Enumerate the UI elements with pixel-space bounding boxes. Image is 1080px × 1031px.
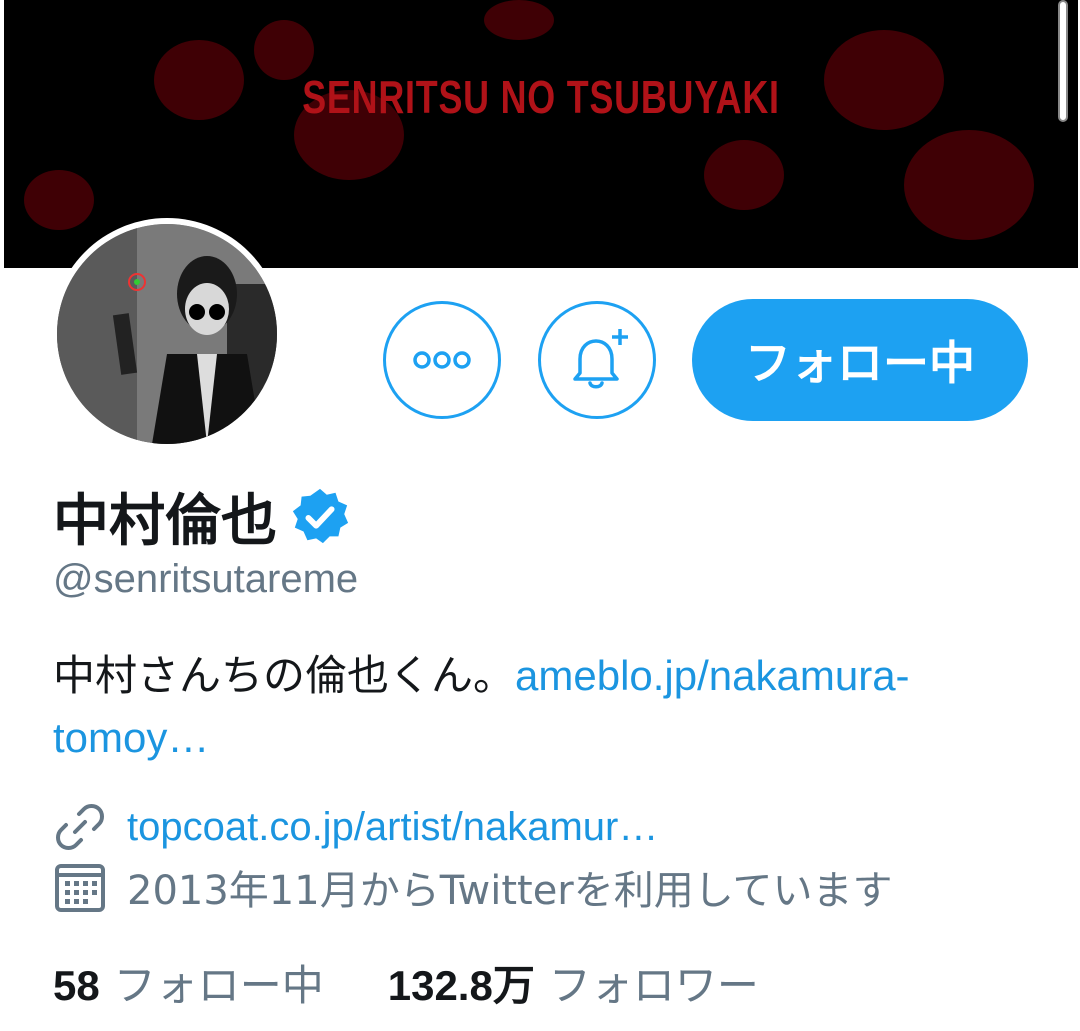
following-count: 58 xyxy=(53,962,100,1009)
banner-splat xyxy=(484,0,554,40)
following-button[interactable]: フォロー中 xyxy=(692,299,1028,421)
banner-splat xyxy=(24,170,94,230)
bell-plus-icon xyxy=(573,329,628,389)
followers-count: 132.8万 xyxy=(387,962,535,1009)
banner-title: SENRITSU NO TSUBUYAKI xyxy=(302,71,780,123)
avatar-photo xyxy=(57,224,277,444)
profile-name-row: 中村倫也 xyxy=(53,476,351,557)
notifications-button[interactable] xyxy=(538,301,656,419)
following-label: フォロー中 xyxy=(113,961,324,1010)
avatar-figure xyxy=(57,224,277,444)
followers-stat[interactable]: 132.8万 フォロワー xyxy=(388,952,759,1013)
website-link[interactable]: topcoat.co.jp/artist/nakamur… xyxy=(127,805,658,850)
following-stat[interactable]: 58 フォロー中 xyxy=(53,952,324,1013)
more-icon xyxy=(413,351,471,369)
handle: @senritsutareme xyxy=(53,557,359,601)
followers-label: フォロワー xyxy=(548,961,759,1010)
joined-row: 2013年11月からTwitterを利用しています xyxy=(53,858,893,916)
calendar-icon xyxy=(55,864,105,912)
verified-icon xyxy=(292,488,349,543)
joined-text: 2013年11月からTwitterを利用しています xyxy=(127,868,893,914)
banner-splat xyxy=(704,140,784,210)
stats: 58 フォロー中 132.8万 フォロワー xyxy=(53,952,759,1013)
bio-text: 中村さんちの倫也くん。 xyxy=(53,651,516,700)
bio: 中村さんちの倫也くん。ameblo.jp/nakamura-tomoy… xyxy=(53,645,1033,769)
more-options-button[interactable] xyxy=(383,301,501,419)
banner-splat xyxy=(904,130,1034,240)
link-icon xyxy=(56,804,104,850)
scrollbar[interactable] xyxy=(1058,0,1068,122)
avatar[interactable] xyxy=(51,218,283,450)
display-name: 中村倫也 xyxy=(53,489,277,554)
website-row: topcoat.co.jp/artist/nakamur… xyxy=(53,800,658,854)
